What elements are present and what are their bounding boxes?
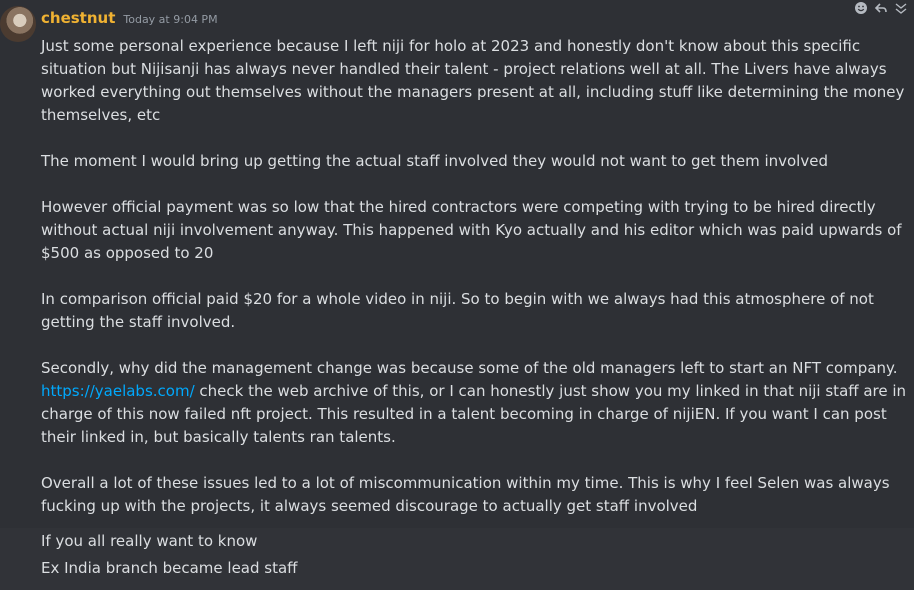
message-paragraph: In comparison official paid $20 for a wh…: [41, 290, 874, 331]
add-reaction-icon[interactable]: [854, 1, 868, 15]
more-icon[interactable]: [894, 1, 908, 15]
message-actions: [844, 0, 914, 16]
message-paragraph: However official payment was so low that…: [41, 198, 902, 262]
followup-message: Ex India branch became lead staff: [41, 559, 298, 577]
message-paragraph: Overall a lot of these issues led to a l…: [41, 474, 890, 515]
reply-icon[interactable]: [874, 1, 888, 15]
message-paragraph: Just some personal experience because I …: [41, 37, 905, 124]
web-link[interactable]: https://yaelabs.com/: [41, 382, 195, 400]
avatar[interactable]: [0, 6, 36, 42]
message-paragraph-with-link: Secondly, why did the management change …: [41, 357, 909, 449]
message-paragraph: The moment I would bring up getting the …: [41, 152, 828, 170]
followup-message: If you all really want to know: [41, 532, 258, 550]
message-content: Just some personal experience because I …: [41, 35, 909, 518]
timestamp[interactable]: Today at 9:04 PM: [123, 13, 217, 26]
username[interactable]: chestnut: [41, 9, 115, 27]
message-text: Secondly, why did the management change …: [41, 359, 898, 377]
message-header: chestnut Today at 9:04 PM: [41, 9, 218, 31]
